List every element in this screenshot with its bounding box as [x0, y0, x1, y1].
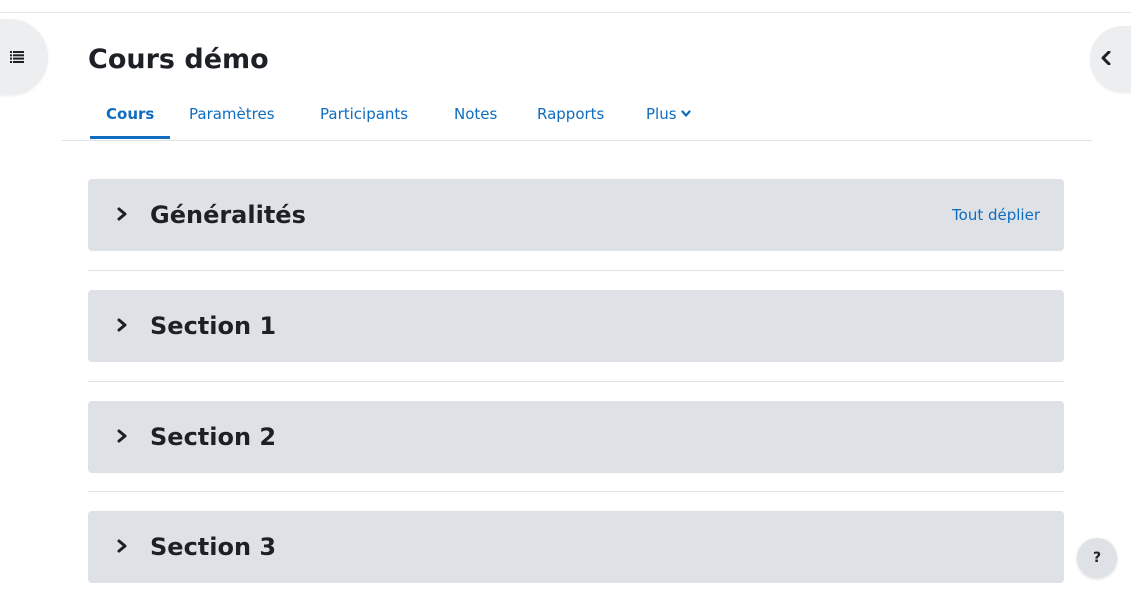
course-index-icon	[10, 51, 24, 63]
section-divider	[88, 270, 1064, 271]
help-button[interactable]: ?	[1077, 538, 1117, 578]
section-title[interactable]: Section 1	[150, 290, 276, 362]
section-title[interactable]: Généralités	[150, 179, 306, 251]
tab-parametres[interactable]: Paramètres	[189, 96, 275, 138]
section-generalites[interactable]: Généralités Tout déplier	[88, 179, 1064, 251]
section-2[interactable]: Section 2	[88, 401, 1064, 473]
block-drawer-toggle[interactable]	[1090, 26, 1131, 92]
course-page: Cours démo Cours Paramètres Participants…	[0, 0, 1131, 592]
tab-participants[interactable]: Participants	[320, 96, 408, 138]
chevron-left-icon	[1101, 51, 1111, 65]
section-3[interactable]: Section 3	[88, 511, 1064, 583]
chevron-right-icon[interactable]	[116, 539, 128, 553]
tab-plus[interactable]: Plus	[646, 96, 691, 138]
chevron-right-icon[interactable]	[116, 318, 128, 332]
course-index-toggle[interactable]	[0, 19, 48, 95]
section-title[interactable]: Section 2	[150, 401, 276, 473]
tab-cours[interactable]: Cours	[90, 96, 171, 139]
secondary-navigation: Cours Paramètres Participants Notes Rapp…	[62, 96, 1092, 141]
section-title[interactable]: Section 3	[150, 511, 276, 583]
section-divider	[88, 381, 1064, 382]
expand-all-link[interactable]: Tout déplier	[952, 179, 1040, 251]
section-1[interactable]: Section 1	[88, 290, 1064, 362]
chevron-down-icon	[680, 110, 691, 117]
tab-rapports[interactable]: Rapports	[537, 96, 604, 138]
section-divider	[88, 491, 1064, 492]
chevron-right-icon[interactable]	[116, 429, 128, 443]
header-divider	[0, 12, 1131, 13]
page-title: Cours démo	[88, 44, 269, 75]
chevron-right-icon[interactable]	[116, 207, 128, 221]
tab-plus-label: Plus	[646, 105, 677, 123]
tab-notes[interactable]: Notes	[454, 96, 497, 138]
